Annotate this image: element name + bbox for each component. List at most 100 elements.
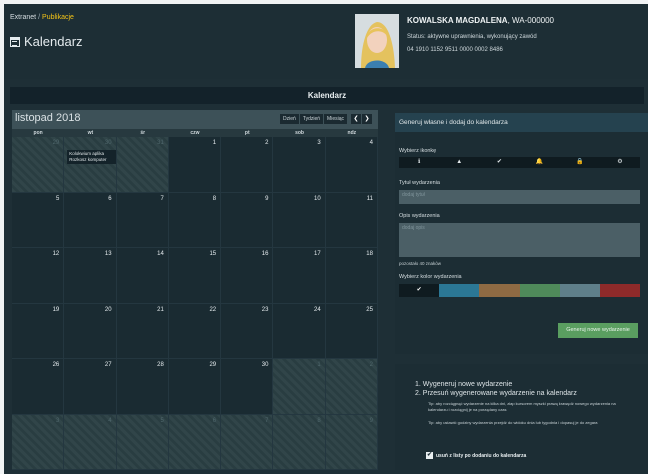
color-swatch[interactable]: ✔ xyxy=(399,284,440,297)
calendar-day-cell[interactable]: 16 xyxy=(221,248,274,304)
calendar-toolbar: listopad 2018 Dzień Tydzień Miesiąc ❮ ❯ xyxy=(12,110,378,129)
check-icon[interactable]: ✔ xyxy=(479,157,519,168)
day-number: 27 xyxy=(104,362,112,368)
breadcrumb-current[interactable]: Publikacje xyxy=(42,14,74,21)
calendar-day-cell[interactable]: 6 xyxy=(168,414,222,470)
calendar-day-cell[interactable]: 7 xyxy=(221,414,274,470)
view-day-button[interactable]: Dzień xyxy=(280,114,299,124)
day-number: 8 xyxy=(317,417,321,424)
remove-after-add-label: usuń z listy po dodaniu do kalendarza xyxy=(436,452,527,459)
calendar-day-cell[interactable]: 2 xyxy=(221,137,274,193)
info-icon[interactable]: ℹ xyxy=(399,157,439,168)
calendar-event[interactable]: Kolokwium aplika Rozkosz komputer xyxy=(67,150,116,164)
calendar-day-cell[interactable]: 9 xyxy=(325,414,378,470)
tip-resize: Tip: aby rozciągnąć wydarzenie na kilka … xyxy=(428,401,616,412)
view-month-button[interactable]: Miesiąc xyxy=(324,114,347,124)
calendar-day-cell[interactable]: 11 xyxy=(325,192,378,248)
calendar-day-cell[interactable]: 21 xyxy=(116,303,169,359)
calendar-day-cell[interactable]: 8 xyxy=(273,414,326,470)
prev-month-button[interactable]: ❮ xyxy=(350,114,361,124)
calendar-day-cell[interactable]: 26 xyxy=(12,359,65,415)
lock-icon[interactable]: 🔒 xyxy=(560,157,600,168)
calendar-day-cell[interactable]: 18 xyxy=(325,248,378,304)
calendar-day-cell[interactable]: 29 xyxy=(12,137,65,193)
calendar-day-cell[interactable]: 4 xyxy=(64,414,117,470)
calendar-day-cell[interactable]: 3 xyxy=(12,414,65,470)
weekday-fri: pt xyxy=(244,130,250,136)
next-month-button[interactable]: ❯ xyxy=(361,114,372,124)
warning-icon[interactable]: ▲ xyxy=(439,157,479,168)
calendar-day-cell[interactable]: 9 xyxy=(221,192,274,248)
calendar-day-cell[interactable]: 5 xyxy=(116,414,169,470)
weekday-header: pon wt śr czw pt sob ndz xyxy=(12,129,378,137)
calendar-day-cell[interactable]: 1 xyxy=(168,137,222,193)
event-generator-panel: Generuj własne i dodaj do kalendarza Wyb… xyxy=(395,113,648,354)
color-swatch[interactable] xyxy=(479,284,520,297)
calendar-day-cell[interactable]: 14 xyxy=(116,248,169,304)
user-status: Status: aktywne uprawnienia, wykonujący … xyxy=(407,34,537,40)
day-number: 6 xyxy=(108,195,112,202)
user-id: , WA-000000 xyxy=(507,16,554,25)
calendar-nav: ❮ ❯ xyxy=(350,114,372,124)
title-label: Tytuł wydarzenia xyxy=(399,180,440,186)
color-swatch[interactable] xyxy=(439,284,480,297)
description-textarea[interactable]: dodaj opis xyxy=(399,223,640,257)
day-number: 20 xyxy=(104,306,112,313)
day-number: 29 xyxy=(52,140,60,146)
breadcrumb-home-link[interactable]: Extranet xyxy=(10,14,36,21)
calendar-day-cell[interactable]: 3 xyxy=(273,137,326,193)
color-swatch[interactable] xyxy=(559,284,600,297)
app-window: Extranet / Publikacje Kalendarz KOWALSKA M… xyxy=(4,4,648,474)
calendar-day-cell[interactable]: 22 xyxy=(168,303,222,359)
remove-after-add-checkbox[interactable]: ✔ xyxy=(426,452,433,459)
calendar-day-cell[interactable]: 4 xyxy=(325,137,378,193)
day-number: 2 xyxy=(369,362,373,368)
calendar-day-cell[interactable]: 23 xyxy=(221,303,274,359)
calendar-day-cell[interactable]: 12 xyxy=(12,248,65,304)
view-week-button[interactable]: Tydzień xyxy=(299,114,324,124)
gear-icon[interactable]: ⚙ xyxy=(600,157,640,168)
weekday-mon: pon xyxy=(33,130,43,136)
breadcrumb: Extranet / Publikacje xyxy=(10,14,74,21)
color-picker-label: Wybierz kolor wydarzenia xyxy=(399,274,462,280)
calendar-day-cell[interactable]: 27 xyxy=(64,359,117,415)
day-number: 14 xyxy=(157,251,164,257)
section-header: Kalendarz xyxy=(10,87,644,104)
calendar-day-cell[interactable]: 30 Kolokwium aplika Rozkosz komputer xyxy=(64,137,117,193)
bell-icon[interactable]: 🔔 xyxy=(520,157,560,168)
calendar-day-cell[interactable]: 20 xyxy=(64,303,117,359)
calendar-month-title: listopad 2018 xyxy=(15,112,81,124)
weekday-wed: śr xyxy=(140,130,146,136)
color-swatch[interactable] xyxy=(599,284,641,297)
calendar-day-cell[interactable]: 19 xyxy=(12,303,65,359)
calendar-day-cell[interactable]: 6 xyxy=(64,192,117,248)
generate-event-button[interactable]: Generuj nowe wydarzenie xyxy=(558,323,638,338)
day-number: 2 xyxy=(265,140,269,146)
instruction-step-2: 2. Przesuń wygenerowane wydarzenie na ka… xyxy=(415,390,577,397)
day-number: 1 xyxy=(317,362,321,368)
calendar-day-cell[interactable]: 30 xyxy=(221,359,274,415)
calendar-day-cell[interactable]: 25 xyxy=(325,303,378,359)
calendar-day-cell[interactable]: 29 xyxy=(168,359,222,415)
event-description: Rozkosz komputer xyxy=(69,157,107,162)
calendar-day-cell[interactable]: 15 xyxy=(168,248,222,304)
day-number: 11 xyxy=(366,195,373,202)
day-number: 7 xyxy=(160,195,164,202)
color-swatch[interactable] xyxy=(519,284,560,297)
calendar-day-cell[interactable]: 7 xyxy=(116,192,169,248)
view-switcher: Dzień Tydzień Miesiąc ❮ ❯ xyxy=(280,114,372,124)
calendar-day-cell[interactable]: 28 xyxy=(116,359,169,415)
page-title-text: Kalendarz xyxy=(24,34,83,49)
title-input[interactable]: dodaj tytuł xyxy=(399,190,640,204)
calendar-day-cell[interactable]: 5 xyxy=(12,192,65,248)
user-name-text: KOWALSKA MAGDALENA xyxy=(407,16,508,25)
calendar-day-cell[interactable]: 31 xyxy=(116,137,169,193)
remove-after-add-option[interactable]: ✔ usuń z listy po dodaniu do kalendarza xyxy=(426,452,526,459)
calendar-day-cell[interactable]: 1 xyxy=(273,359,326,415)
calendar-day-cell[interactable]: 10 xyxy=(273,192,326,248)
calendar-day-cell[interactable]: 8 xyxy=(168,192,222,248)
calendar-day-cell[interactable]: 13 xyxy=(64,248,117,304)
calendar-day-cell[interactable]: 24 xyxy=(273,303,326,359)
calendar-day-cell[interactable]: 17 xyxy=(273,248,326,304)
calendar-day-cell[interactable]: 2 xyxy=(325,359,378,415)
